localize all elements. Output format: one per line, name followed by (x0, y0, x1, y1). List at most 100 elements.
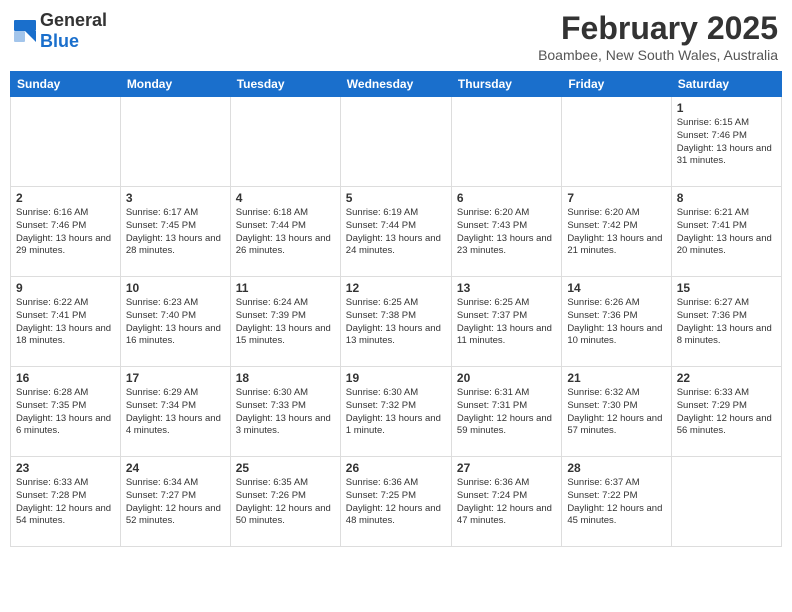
calendar-day-cell (671, 457, 781, 547)
day-sun-info: Sunrise: 6:28 AMSunset: 7:35 PMDaylight:… (16, 387, 115, 438)
day-sun-info: Sunrise: 6:23 AMSunset: 7:40 PMDaylight:… (126, 297, 225, 348)
logo-general-text: General (40, 10, 107, 30)
calendar-week-row: 16 Sunrise: 6:28 AMSunset: 7:35 PMDayligh… (11, 367, 782, 457)
calendar-day-cell: 11 Sunrise: 6:24 AMSunset: 7:39 PMDayligh… (230, 277, 340, 367)
calendar-day-cell: 4 Sunrise: 6:18 AMSunset: 7:44 PMDaylight… (230, 187, 340, 277)
calendar-day-cell: 12Sunrise: 6:25 AMSunset: 7:38 PMDayligh… (340, 277, 451, 367)
day-number: 7 (567, 191, 665, 205)
calendar-day-cell: 24 Sunrise: 6:34 AMSunset: 7:27 PMDayligh… (120, 457, 230, 547)
day-sun-info: Sunrise: 6:32 AMSunset: 7:30 PMDaylight:… (567, 387, 665, 438)
day-header-tuesday: Tuesday (230, 72, 340, 97)
day-sun-info: Sunrise: 6:25 AMSunset: 7:37 PMDaylight:… (457, 297, 556, 348)
day-sun-info: Sunrise: 6:36 AMSunset: 7:25 PMDaylight:… (346, 477, 446, 528)
calendar-day-cell: 14 Sunrise: 6:26 AMSunset: 7:36 PMDayligh… (562, 277, 671, 367)
day-sun-info: Sunrise: 6:34 AMSunset: 7:27 PMDaylight:… (126, 477, 225, 528)
day-header-friday: Friday (562, 72, 671, 97)
calendar-day-cell: 23 Sunrise: 6:33 AMSunset: 7:28 PMDayligh… (11, 457, 121, 547)
calendar-day-cell (451, 97, 561, 187)
day-number: 27 (457, 461, 556, 475)
day-sun-info: Sunrise: 6:21 AMSunset: 7:41 PMDaylight:… (677, 207, 776, 258)
day-sun-info: Sunrise: 6:33 AMSunset: 7:28 PMDaylight:… (16, 477, 115, 528)
day-number: 24 (126, 461, 225, 475)
logo-icon (14, 20, 36, 42)
day-number: 17 (126, 371, 225, 385)
day-number: 5 (346, 191, 446, 205)
calendar-day-cell: 13 Sunrise: 6:25 AMSunset: 7:37 PMDayligh… (451, 277, 561, 367)
day-header-monday: Monday (120, 72, 230, 97)
title-block: February 2025 Boambee, New South Wales, … (538, 10, 778, 63)
day-sun-info: Sunrise: 6:19 AMSunset: 7:44 PMDaylight:… (346, 207, 446, 258)
calendar-day-cell: 27Sunrise: 6:36 AMSunset: 7:24 PMDayligh… (451, 457, 561, 547)
logo: General Blue (14, 10, 107, 52)
calendar-day-cell: 3 Sunrise: 6:17 AMSunset: 7:45 PMDaylight… (120, 187, 230, 277)
day-header-wednesday: Wednesday (340, 72, 451, 97)
day-sun-info: Sunrise: 6:31 AMSunset: 7:31 PMDaylight:… (457, 387, 556, 438)
day-number: 20 (457, 371, 556, 385)
day-number: 21 (567, 371, 665, 385)
day-sun-info: Sunrise: 6:37 AMSunset: 7:22 PMDaylight:… (567, 477, 665, 528)
calendar-day-cell: 1 Sunrise: 6:15 AMSunset: 7:46 PMDaylight… (671, 97, 781, 187)
day-number: 18 (236, 371, 335, 385)
day-header-sunday: Sunday (11, 72, 121, 97)
day-sun-info: Sunrise: 6:26 AMSunset: 7:36 PMDaylight:… (567, 297, 665, 348)
calendar-day-cell: 10 Sunrise: 6:23 AMSunset: 7:40 PMDayligh… (120, 277, 230, 367)
day-number: 26 (346, 461, 446, 475)
calendar-week-row: 23 Sunrise: 6:33 AMSunset: 7:28 PMDayligh… (11, 457, 782, 547)
day-sun-info: Sunrise: 6:29 AMSunset: 7:34 PMDaylight:… (126, 387, 225, 438)
day-sun-info: Sunrise: 6:30 AMSunset: 7:33 PMDaylight:… (236, 387, 335, 438)
day-sun-info: Sunrise: 6:25 AMSunset: 7:38 PMDaylight:… (346, 297, 446, 348)
day-number: 8 (677, 191, 776, 205)
day-number: 22 (677, 371, 776, 385)
calendar-day-cell: 2 Sunrise: 6:16 AMSunset: 7:46 PMDaylight… (11, 187, 121, 277)
calendar-week-row: 2 Sunrise: 6:16 AMSunset: 7:46 PMDaylight… (11, 187, 782, 277)
day-number: 25 (236, 461, 335, 475)
calendar-day-cell: 28 Sunrise: 6:37 AMSunset: 7:22 PMDayligh… (562, 457, 671, 547)
day-number: 19 (346, 371, 446, 385)
calendar-week-row: 9 Sunrise: 6:22 AMSunset: 7:41 PMDaylight… (11, 277, 782, 367)
calendar-day-cell: 20 Sunrise: 6:31 AMSunset: 7:31 PMDayligh… (451, 367, 561, 457)
calendar-day-cell: 15Sunrise: 6:27 AMSunset: 7:36 PMDayligh… (671, 277, 781, 367)
day-number: 4 (236, 191, 335, 205)
day-number: 16 (16, 371, 115, 385)
day-header-saturday: Saturday (671, 72, 781, 97)
day-number: 2 (16, 191, 115, 205)
calendar-day-cell: 22 Sunrise: 6:33 AMSunset: 7:29 PMDayligh… (671, 367, 781, 457)
day-number: 1 (677, 101, 776, 115)
day-number: 3 (126, 191, 225, 205)
day-number: 28 (567, 461, 665, 475)
calendar-day-cell: 26 Sunrise: 6:36 AMSunset: 7:25 PMDayligh… (340, 457, 451, 547)
logo-blue-text: Blue (40, 31, 79, 51)
day-number: 11 (236, 281, 335, 295)
day-sun-info: Sunrise: 6:24 AMSunset: 7:39 PMDaylight:… (236, 297, 335, 348)
day-sun-info: Sunrise: 6:35 AMSunset: 7:26 PMDaylight:… (236, 477, 335, 528)
calendar-day-cell (11, 97, 121, 187)
calendar-day-cell (230, 97, 340, 187)
day-sun-info: Sunrise: 6:16 AMSunset: 7:46 PMDaylight:… (16, 207, 115, 258)
day-sun-info: Sunrise: 6:18 AMSunset: 7:44 PMDaylight:… (236, 207, 335, 258)
month-year-title: February 2025 (538, 10, 778, 47)
day-number: 14 (567, 281, 665, 295)
calendar-day-cell (120, 97, 230, 187)
calendar-day-cell (340, 97, 451, 187)
calendar-day-cell: 16 Sunrise: 6:28 AMSunset: 7:35 PMDayligh… (11, 367, 121, 457)
calendar-header-row: SundayMondayTuesdayWednesdayThursdayFrid… (11, 72, 782, 97)
day-number: 23 (16, 461, 115, 475)
day-number: 10 (126, 281, 225, 295)
day-sun-info: Sunrise: 6:15 AMSunset: 7:46 PMDaylight:… (677, 117, 776, 168)
calendar-day-cell: 19 Sunrise: 6:30 AMSunset: 7:32 PMDayligh… (340, 367, 451, 457)
day-sun-info: Sunrise: 6:30 AMSunset: 7:32 PMDaylight:… (346, 387, 446, 438)
calendar-day-cell: 21 Sunrise: 6:32 AMSunset: 7:30 PMDayligh… (562, 367, 671, 457)
day-sun-info: Sunrise: 6:17 AMSunset: 7:45 PMDaylight:… (126, 207, 225, 258)
day-sun-info: Sunrise: 6:33 AMSunset: 7:29 PMDaylight:… (677, 387, 776, 438)
calendar-day-cell: 25 Sunrise: 6:35 AMSunset: 7:26 PMDayligh… (230, 457, 340, 547)
day-sun-info: Sunrise: 6:20 AMSunset: 7:43 PMDaylight:… (457, 207, 556, 258)
day-sun-info: Sunrise: 6:22 AMSunset: 7:41 PMDaylight:… (16, 297, 115, 348)
calendar-week-row: 1 Sunrise: 6:15 AMSunset: 7:46 PMDaylight… (11, 97, 782, 187)
calendar-day-cell (562, 97, 671, 187)
day-sun-info: Sunrise: 6:20 AMSunset: 7:42 PMDaylight:… (567, 207, 665, 258)
day-number: 9 (16, 281, 115, 295)
day-number: 13 (457, 281, 556, 295)
calendar-day-cell: 9 Sunrise: 6:22 AMSunset: 7:41 PMDaylight… (11, 277, 121, 367)
day-number: 6 (457, 191, 556, 205)
day-sun-info: Sunrise: 6:27 AMSunset: 7:36 PMDaylight:… (677, 297, 776, 348)
